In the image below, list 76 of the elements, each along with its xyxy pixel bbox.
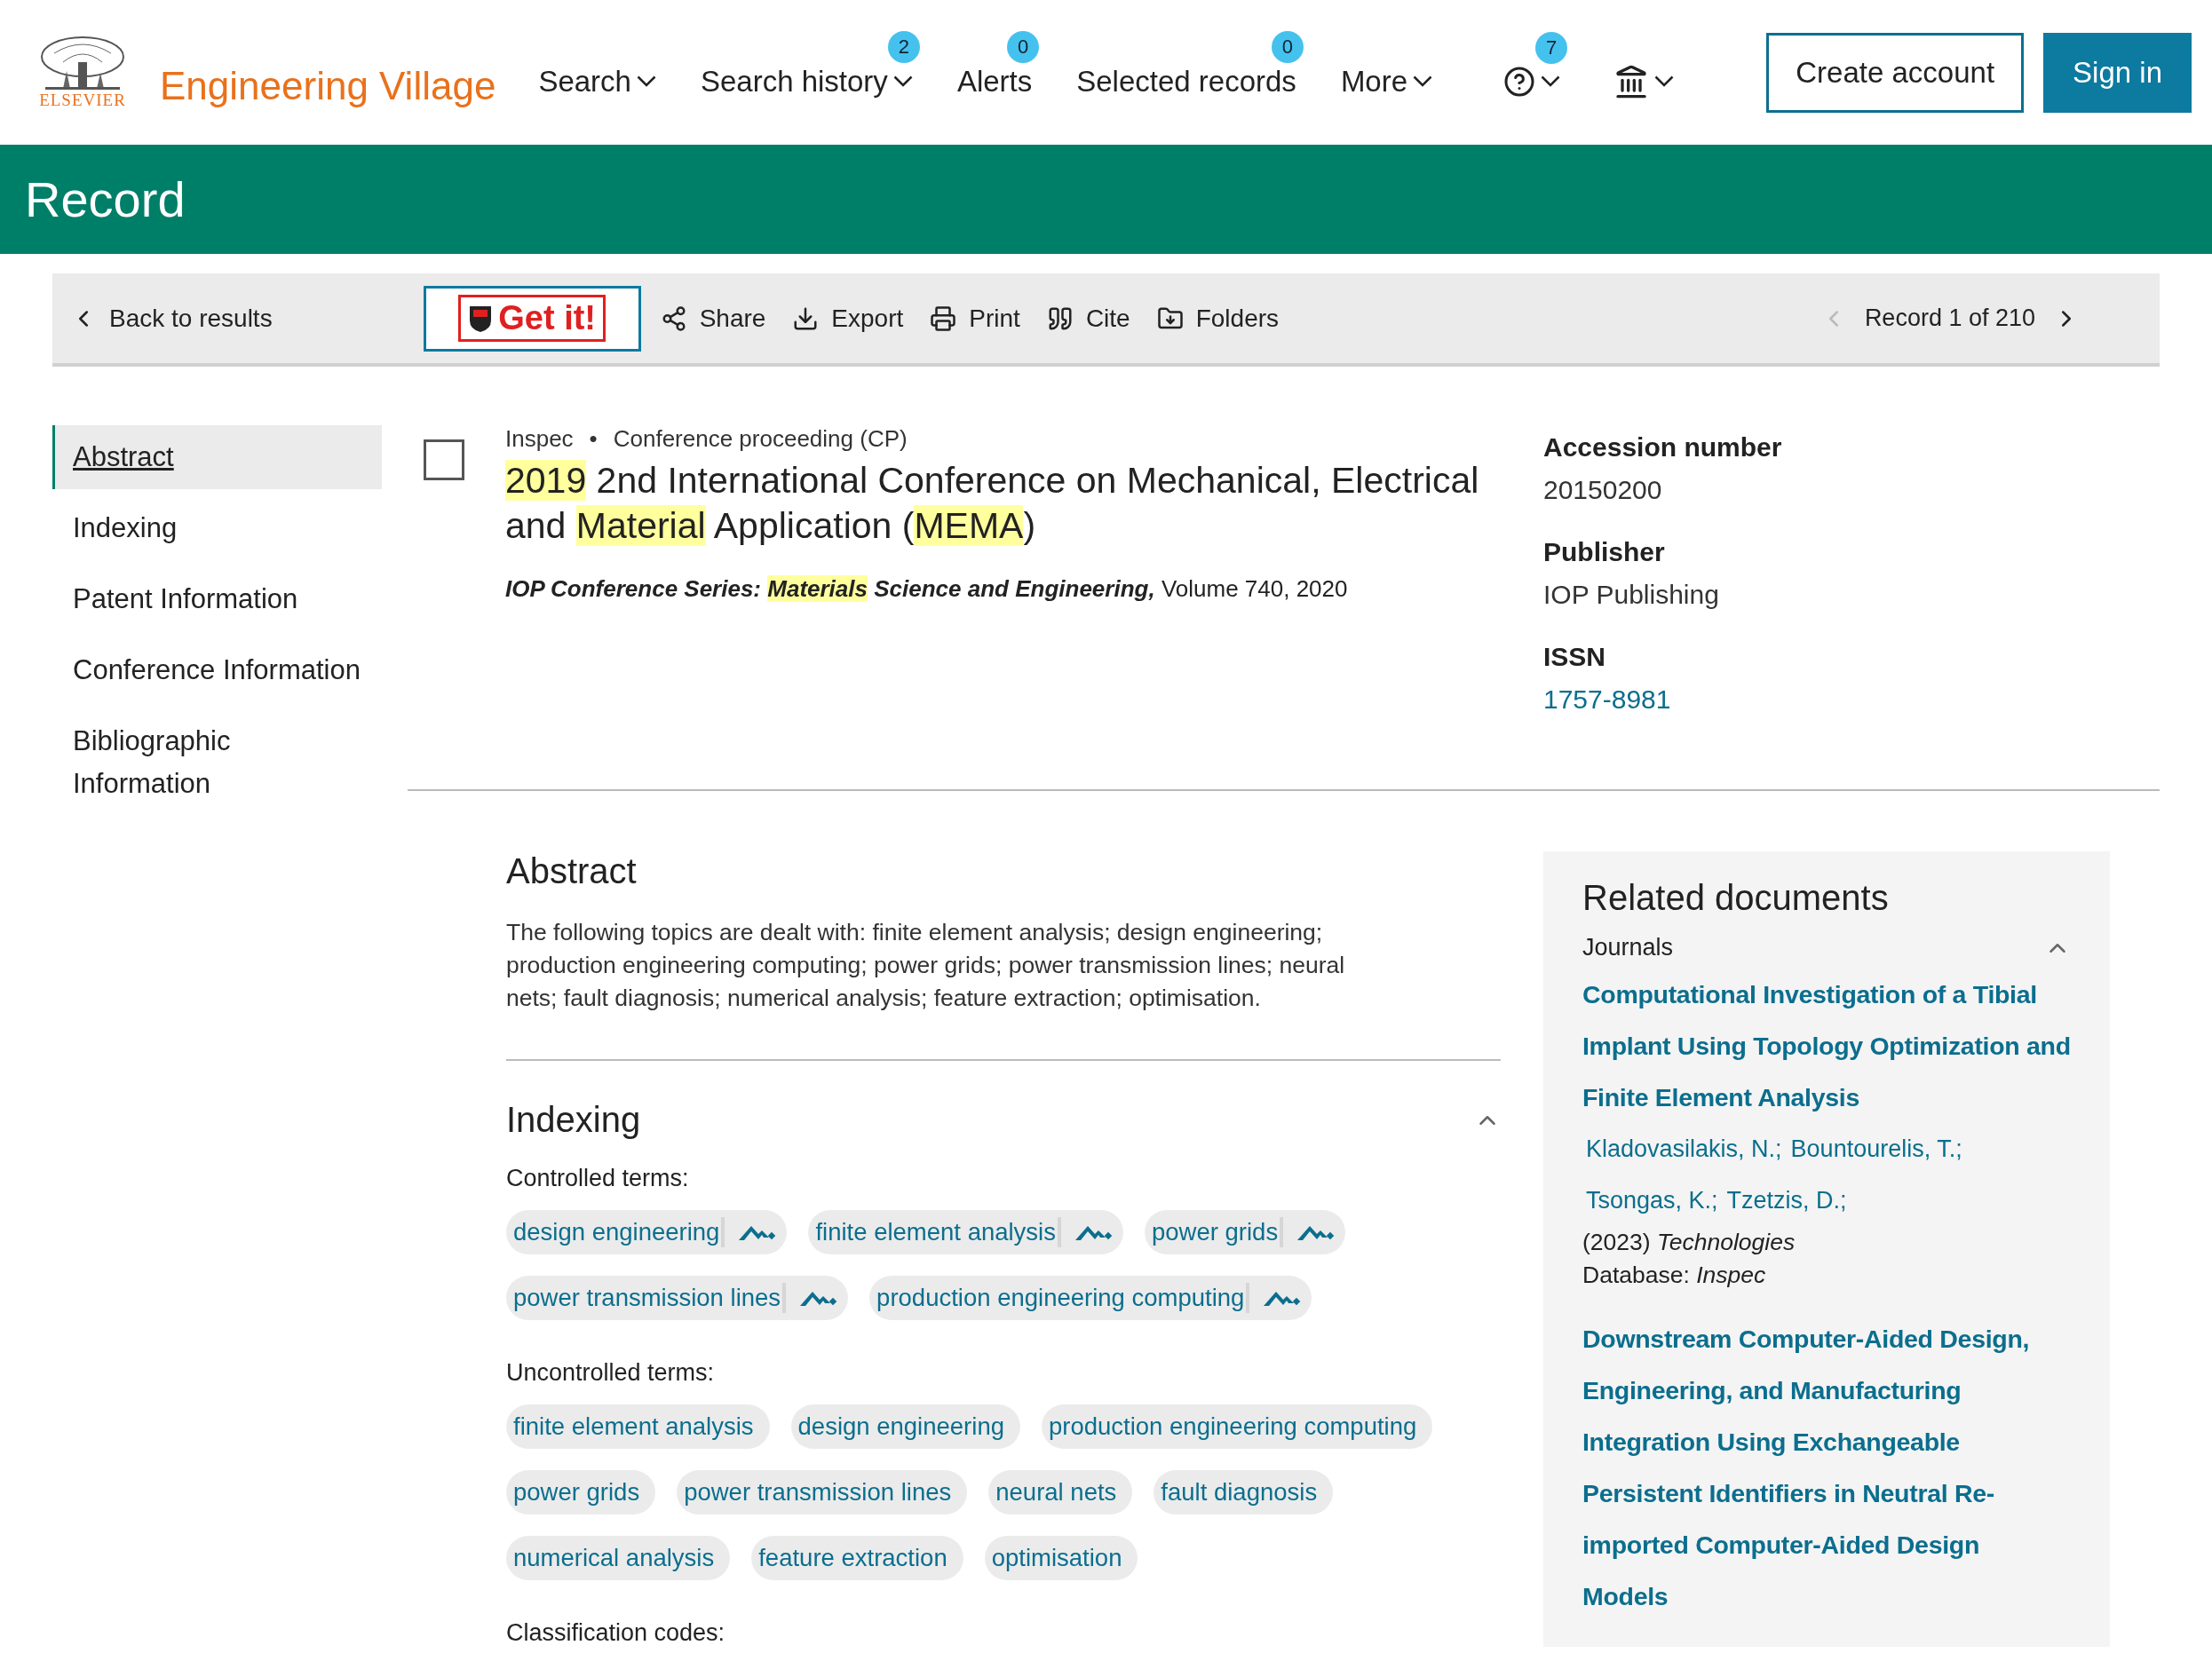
count-badge: 2 (887, 30, 920, 63)
document-type: Conference proceeding (CP) (613, 425, 908, 453)
field-label: ISSN (1543, 642, 1607, 672)
sidebar-item[interactable]: Indexing (52, 496, 382, 560)
panel-heading: Related documents (1582, 878, 1890, 918)
field-label: Accession number (1543, 432, 1782, 463)
term-chip[interactable]: production engineering computing (1042, 1404, 1433, 1449)
share-button[interactable]: Share (660, 304, 766, 333)
author-link[interactable]: Kladovasilakis, N.; (1586, 1123, 1782, 1175)
back-link[interactable]: Back to results (70, 304, 273, 333)
field-value: IOP Publishing (1543, 580, 1720, 610)
term-chip[interactable]: design engineering (790, 1404, 1020, 1449)
sidebar-item[interactable]: Bibliographic Information (52, 709, 382, 816)
term-chip[interactable]: feature extraction (751, 1536, 963, 1580)
abstract-text: The following topics are dealt with: finite element analysis; design engineering; production engineering computing; power grids; power transmission lines; neural nets; fault diagnosis; numerical analysis; feature extraction; optimisation. (506, 916, 1501, 1061)
record-position: Record 1 of 210 (1864, 305, 2035, 332)
field-label: Publisher (1543, 537, 1666, 567)
select-checkbox[interactable] (424, 439, 464, 480)
section-heading: Abstract (506, 851, 638, 891)
term-chip[interactable]: optimisation (984, 1536, 1138, 1580)
sidebar-item[interactable]: Abstract (52, 425, 382, 489)
term-chip[interactable]: numerical analysis (506, 1536, 731, 1580)
create-account-button[interactable]: Create account (1766, 32, 2025, 113)
shield-icon (468, 304, 494, 333)
get-it-button[interactable]: Get it! (423, 285, 641, 352)
term-chip[interactable]: power transmission lines (506, 1276, 849, 1320)
help-icon (1503, 65, 1536, 98)
sidebar-item[interactable]: Patent Information (52, 567, 382, 631)
sign-in-button[interactable]: Sign in (2043, 32, 2192, 113)
term-chip[interactable]: finite element analysis (506, 1404, 770, 1449)
term-chip[interactable]: finite element analysis (808, 1210, 1123, 1254)
database-name: Inspec (505, 425, 574, 453)
term-chip[interactable]: power grids (1145, 1210, 1346, 1254)
term-chip[interactable]: neural nets (988, 1470, 1133, 1515)
nav-menu[interactable]: Search (538, 64, 656, 99)
term-chip[interactable]: production engineering computing (869, 1276, 1312, 1320)
section-heading: Indexing (506, 1100, 641, 1140)
nav-menu[interactable]: More (1340, 64, 1433, 99)
logo-text: ELSEVIER (39, 90, 126, 110)
chevron-down-icon (1654, 75, 1675, 87)
source-citation: IOP Conference Series: Materials Science and Engineering, Volume 740, 2020 (505, 575, 1349, 603)
count-badge: 0 (1007, 30, 1040, 63)
terms-label: Controlled terms: (506, 1165, 690, 1192)
author-link[interactable]: Tsongas, K.; (1586, 1175, 1718, 1226)
sidebar-item[interactable]: Conference Information (52, 638, 382, 702)
record-title: 2019 2nd International Conference on Mechanical, Electrical and Material Application (MEMA) (505, 459, 1480, 548)
cite-button[interactable]: Cite (1046, 304, 1130, 333)
chevron-down-icon (892, 75, 913, 87)
chevron-down-icon (1541, 75, 1561, 87)
separator-dot: • (589, 425, 598, 453)
institution-menu[interactable] (1613, 63, 1675, 99)
terms-label: Classification codes: (506, 1619, 726, 1647)
export-button[interactable]: Export (792, 304, 904, 333)
chevron-down-icon (1413, 75, 1433, 87)
site-title: Engineering Village (160, 63, 496, 108)
term-chip[interactable]: power grids (506, 1470, 656, 1515)
group-label: Journals (1582, 934, 1674, 961)
terms-label: Uncontrolled terms: (506, 1359, 716, 1387)
folders-button[interactable]: Folders (1156, 304, 1280, 333)
document-link[interactable]: Computational Investigation of a Tibial Implant Using Topology Optimization and Finite Element Analysis (1582, 969, 2071, 1123)
author-link[interactable]: Tzetzis, D.; (1726, 1175, 1847, 1226)
author-link[interactable]: Bountourelis, T.; (1790, 1123, 1962, 1175)
database-text: Database: Inspec (1582, 1261, 1767, 1290)
term-chip[interactable]: power transmission lines (677, 1470, 968, 1515)
term-chip[interactable]: design engineering (506, 1210, 788, 1254)
print-button[interactable]: Print (930, 304, 1020, 333)
field-value: 20150200 (1543, 475, 1663, 505)
document-link[interactable]: Downstream Computer-Aided Design, Engineering, and Manufacturing Integration Using Exchangeable Persistent Identifiers in Neutral Re-imported Computer-Aided Design Models (1582, 1313, 2071, 1622)
page-title: Record (25, 170, 186, 228)
count-badge: 7 (1535, 31, 1568, 64)
term-chip[interactable]: fault diagnosis (1154, 1470, 1334, 1515)
citation-text: (2023) Technologies (1582, 1228, 1796, 1257)
count-badge: 0 (1271, 30, 1304, 63)
printer-icon (930, 305, 957, 332)
chevron-down-icon (636, 75, 656, 87)
issn-link[interactable]: 1757-8981 (1543, 684, 1782, 715)
